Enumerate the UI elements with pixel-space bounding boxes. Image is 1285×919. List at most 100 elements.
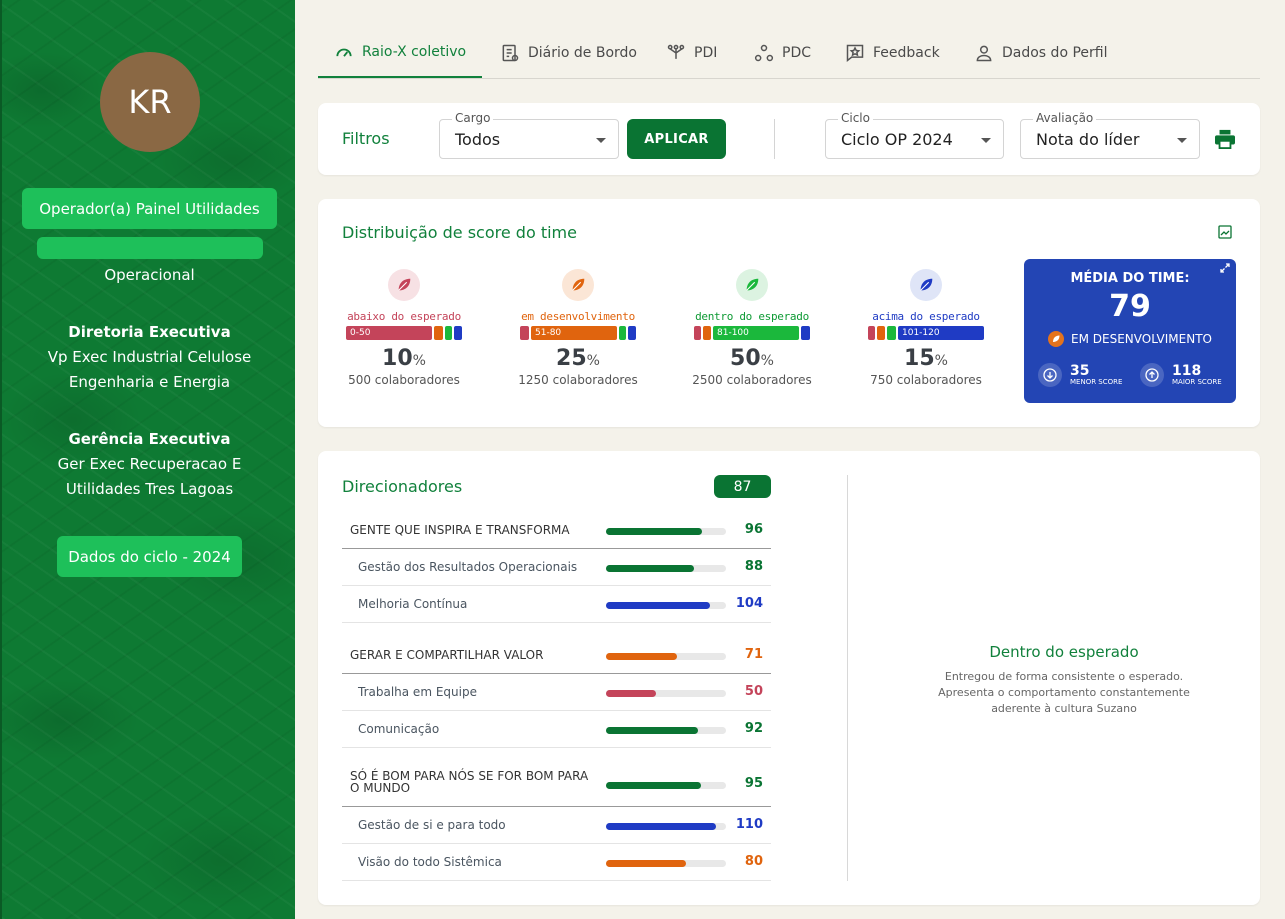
driver-progress-fill bbox=[606, 689, 656, 697]
driver-score: 50 bbox=[744, 683, 763, 699]
leaf-icon bbox=[1048, 331, 1064, 347]
driver-progress-track bbox=[606, 527, 726, 535]
avaliacao-select[interactable]: Avaliação Nota do líder bbox=[1020, 111, 1200, 159]
driver-progress-fill bbox=[606, 601, 710, 609]
ciclo-select[interactable]: Ciclo Ciclo OP 2024 bbox=[825, 111, 1004, 159]
cargo-label: Cargo bbox=[452, 111, 494, 125]
avaliacao-value: Nota do líder bbox=[1036, 130, 1140, 149]
chevron-down-icon bbox=[1177, 138, 1187, 143]
management-line1: Ger Exec Recuperacao E bbox=[57, 455, 242, 473]
chevron-down-icon bbox=[596, 138, 606, 143]
tab-feedback[interactable]: Feedback bbox=[845, 28, 940, 78]
leaf-icon bbox=[388, 269, 420, 301]
directorate-title: Diretoria Executiva bbox=[68, 323, 231, 341]
driver-sub-row: Visão do todo Sistêmica 80 bbox=[342, 844, 771, 881]
role-badge: Operador(a) Painel Utilidades bbox=[22, 188, 277, 229]
driver-progress-track bbox=[606, 822, 726, 830]
description-text: Entregou de forma consistente o esperado… bbox=[938, 670, 1190, 715]
driver-progress-fill bbox=[606, 726, 698, 734]
driver-sub-row: Melhoria Contínua 104 bbox=[342, 586, 771, 623]
tab-pdi[interactable]: PDI bbox=[666, 28, 717, 78]
driver-name: GERAR E COMPARTILHAR VALOR bbox=[350, 647, 544, 662]
driver-sub-row: Gestão dos Resultados Operacionais 88 bbox=[342, 549, 771, 586]
cycle-data-button[interactable]: Dados do ciclo - 2024 bbox=[57, 536, 242, 577]
driver-score: 104 bbox=[735, 595, 763, 611]
tab-diario-de-bordo[interactable]: Diário de Bordo bbox=[500, 28, 637, 78]
category-dentro: dentro do esperado 81-100 50% 2500 colab… bbox=[692, 269, 812, 387]
notebook-icon bbox=[502, 44, 519, 62]
range-bar: 81-100 bbox=[694, 326, 810, 340]
average-title: MÉDIA DO TIME: bbox=[1070, 271, 1190, 286]
driver-group-row: GENTE QUE INSPIRA E TRANSFORMA 96 bbox=[342, 512, 771, 549]
driver-score: 88 bbox=[744, 558, 763, 574]
category-acima: acima do esperado 101-120 15% 750 colabo… bbox=[866, 269, 986, 387]
category-name: em desenvolvimento bbox=[521, 310, 635, 323]
gauge-icon bbox=[336, 48, 352, 57]
filters-divider bbox=[774, 119, 775, 159]
distribution-card: Distribuição de score do time abaixo do … bbox=[318, 199, 1260, 427]
person-icon bbox=[976, 45, 992, 62]
apply-button[interactable]: APLICAR bbox=[627, 119, 726, 159]
area-label: Operacional bbox=[104, 266, 195, 284]
directorate-line2: Engenharia e Energia bbox=[68, 373, 231, 391]
category-count: 2500 colaboradores bbox=[692, 373, 812, 387]
driver-progress-fill bbox=[606, 822, 716, 830]
category-em-desenvolvimento: em desenvolvimento 51-80 25% 1250 colabo… bbox=[518, 269, 638, 387]
range-label: 101-120 bbox=[898, 326, 984, 340]
leaf-icon bbox=[910, 269, 942, 301]
category-percent: 25% bbox=[556, 346, 600, 371]
management-line2: Utilidades Tres Lagoas bbox=[65, 480, 234, 498]
driver-progress-fill bbox=[606, 781, 701, 789]
chevron-down-icon bbox=[981, 138, 991, 143]
range-label: 81-100 bbox=[713, 326, 799, 340]
driver-score: 96 bbox=[744, 521, 763, 537]
category-abaixo: abaixo do esperado 0-50 10% 500 colabora… bbox=[344, 269, 464, 387]
leaf-icon bbox=[736, 269, 768, 301]
tab-raio-x[interactable]: Raio-X coletivo bbox=[318, 28, 483, 78]
directorate-line1: Vp Exec Industrial Celulose bbox=[47, 348, 252, 366]
sidebar: KR Operador(a) Painel Utilidades Operaci… bbox=[0, 0, 295, 919]
category-count: 500 colaboradores bbox=[348, 373, 460, 387]
range-bar: 101-120 bbox=[868, 326, 984, 340]
driver-sub-row: Comunicação 92 bbox=[342, 711, 771, 748]
ciclo-value: Ciclo OP 2024 bbox=[841, 130, 953, 149]
driver-name: Melhoria Contínua bbox=[358, 596, 468, 611]
description-title: Dentro do esperado bbox=[989, 643, 1139, 661]
average-value: 79 bbox=[1109, 289, 1151, 324]
category-percent: 50% bbox=[730, 346, 774, 371]
driver-name: Visão do todo Sistêmica bbox=[358, 854, 502, 869]
driver-progress-fill bbox=[606, 564, 694, 572]
role-bar bbox=[37, 237, 263, 259]
driver-progress-fill bbox=[606, 652, 677, 660]
driver-progress-track bbox=[606, 564, 726, 572]
driver-progress-track bbox=[606, 781, 726, 789]
driver-score: 95 bbox=[744, 775, 763, 791]
export-image-icon[interactable] bbox=[1218, 225, 1232, 239]
tab-label: Diário de Bordo bbox=[528, 45, 637, 61]
team-average-box: MÉDIA DO TIME: 79 EM DESENVOLVIMENTO 35 M… bbox=[1024, 259, 1236, 403]
driver-score: 92 bbox=[744, 720, 763, 736]
tab-label: Feedback bbox=[873, 45, 940, 61]
tab-pdc[interactable]: PDC bbox=[754, 28, 811, 78]
print-icon[interactable] bbox=[1214, 129, 1236, 149]
filters-label: Filtros bbox=[342, 129, 390, 148]
arrow-down-icon bbox=[1038, 363, 1062, 387]
category-count: 750 colaboradores bbox=[870, 373, 982, 387]
tab-dados-do-perfil[interactable]: Dados do Perfil bbox=[974, 28, 1107, 78]
driver-sub-row: Gestão de si e para todo 110 bbox=[342, 807, 771, 844]
avatar: KR bbox=[100, 52, 200, 152]
drivers-card: Direcionadores 87 GENTE QUE INSPIRA E TR… bbox=[318, 451, 1260, 905]
cargo-value: Todos bbox=[455, 130, 501, 149]
driver-score: 71 bbox=[744, 646, 763, 662]
cargo-select[interactable]: Cargo Todos bbox=[439, 111, 619, 159]
average-status: EM DESENVOLVIMENTO bbox=[1024, 331, 1236, 347]
category-name: abaixo do esperado bbox=[347, 310, 461, 323]
avaliacao-label: Avaliação bbox=[1033, 111, 1097, 125]
driver-name: GENTE QUE INSPIRA E TRANSFORMA bbox=[350, 522, 570, 537]
drivers-score-badge: 87 bbox=[714, 475, 771, 498]
driver-progress-track bbox=[606, 859, 726, 867]
driver-progress-track bbox=[606, 601, 726, 609]
driver-progress-fill bbox=[606, 859, 686, 867]
tab-label: Dados do Perfil bbox=[1002, 45, 1108, 61]
driver-name: Comunicação bbox=[358, 721, 440, 736]
